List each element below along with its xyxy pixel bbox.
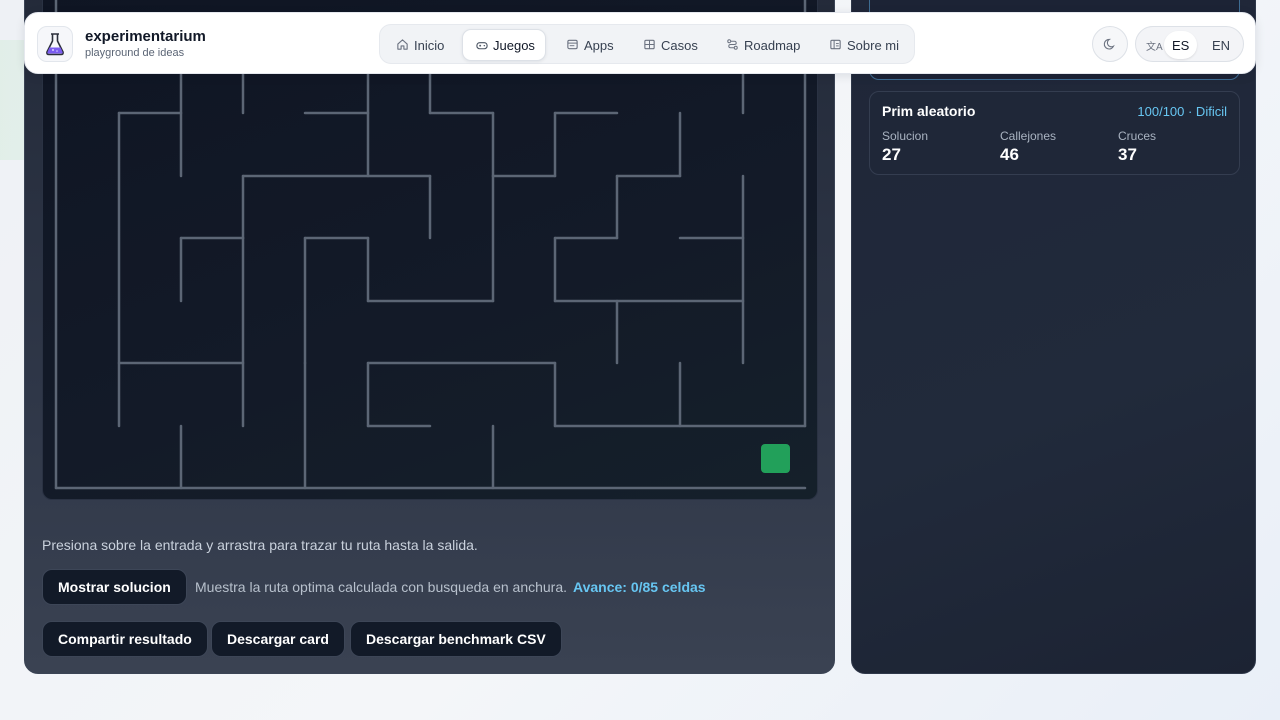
stat-label: Callejones: [1000, 129, 1057, 143]
stat-solution: Solucion 27: [882, 129, 928, 165]
nav-item-label: Casos: [661, 37, 698, 53]
stat-junctions: Cruces 37: [1118, 129, 1156, 165]
translate-icon: 文A: [1146, 42, 1163, 53]
stat-value: 27: [882, 145, 901, 164]
share-result-button[interactable]: Compartir resultado: [42, 621, 208, 657]
nav-item-casos[interactable]: Casos: [631, 29, 708, 61]
gamepad-icon: [476, 42, 488, 50]
algorithm-stats-card: Prim aleatorio 100/100 · Dificil Solucio…: [869, 91, 1240, 175]
stat-label: Solucion: [882, 129, 929, 143]
download-csv-button[interactable]: Descargar benchmark CSV: [350, 621, 562, 657]
brand-logo[interactable]: [37, 26, 73, 62]
nav-item-roadmap[interactable]: Roadmap: [714, 29, 810, 61]
maze-svg[interactable]: [43, 0, 818, 500]
lang-en-button[interactable]: EN: [1204, 31, 1238, 59]
maze-game-panel: Presiona sobre la entrada y arrastra par…: [24, 0, 835, 674]
download-card-button[interactable]: Descargar card: [211, 621, 345, 657]
grid-icon: [644, 39, 655, 50]
difficulty-meta: 100/100 · Dificil: [1137, 104, 1227, 119]
nav-item-label: Roadmap: [744, 37, 801, 53]
home-icon: [397, 39, 408, 50]
maze-board[interactable]: [42, 0, 818, 500]
nav-item-label: Sobre mi: [847, 37, 900, 53]
nav-item-label: Inicio: [414, 37, 445, 53]
route-icon: [727, 39, 738, 50]
stat-value: 37: [1118, 145, 1137, 164]
stat-value: 46: [1000, 145, 1019, 164]
nav-item-apps[interactable]: Apps: [554, 29, 624, 61]
nav-item-label: Juegos: [493, 37, 535, 53]
show-solution-button[interactable]: Mostrar solucion: [42, 569, 187, 605]
stats-side-panel: Prim aleatorio 100/100 · Dificil Solucio…: [851, 0, 1256, 674]
algorithm-name: Prim aleatorio: [882, 103, 976, 119]
window-icon: [567, 39, 578, 50]
card-icon: [830, 39, 841, 50]
brand-tagline: playground de ideas: [85, 47, 185, 59]
brand-name[interactable]: experimentarium: [85, 28, 206, 45]
nav-item-inicio[interactable]: Inicio: [384, 29, 454, 61]
solution-description: Muestra la ruta optima calculada con bus…: [195, 579, 568, 595]
stat-dead-ends: Callejones 46: [1000, 129, 1056, 165]
flask-icon: [46, 33, 64, 56]
nav-item-juegos[interactable]: Juegos: [462, 29, 546, 61]
main-nav: Inicio Juegos Apps Casos Roadmap Sobre m…: [379, 24, 915, 64]
nav-item-sobre-mi[interactable]: Sobre mi: [817, 29, 909, 61]
maze-hint: Presiona sobre la entrada y arrastra par…: [42, 537, 478, 553]
maze-exit-marker: [761, 444, 790, 473]
stat-label: Cruces: [1118, 129, 1157, 143]
nav-item-label: Apps: [584, 37, 614, 53]
top-navigation-bar: experimentarium playground de ideas Inic…: [24, 12, 1256, 74]
lang-es-button[interactable]: ES: [1164, 31, 1198, 59]
theme-toggle-button[interactable]: [1092, 26, 1128, 62]
moon-icon: [1103, 38, 1115, 50]
progress-counter: Avance: 0/85 celdas: [573, 579, 706, 595]
language-switcher: 文A ES EN: [1135, 26, 1244, 62]
